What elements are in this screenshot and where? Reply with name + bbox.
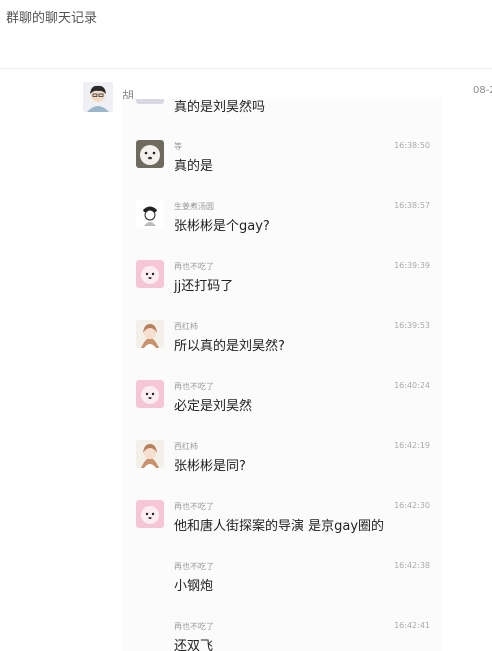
chat-message: 等 16:38:50 真的是 xyxy=(122,132,442,192)
chat-message: 再也不吃了 16:42:30 他和唐人街探案的导演 是京gay圈的 xyxy=(122,492,442,552)
avatar xyxy=(136,440,164,468)
chat-message: 生姜煮汤圆 16:38:57 张彬彬是个gay? xyxy=(122,192,442,252)
chat-message: 再也不吃了 16:42:38 小钢炮 xyxy=(122,552,442,612)
chat-record-post: 胡 08-2 真的是刘昊然吗 等 16:38:50 真的是 xyxy=(0,69,492,651)
message-text: 真的是刘昊然吗 xyxy=(174,100,266,115)
message-sender: 再也不吃了 xyxy=(174,382,214,391)
message-sender: 生姜煮汤圆 xyxy=(174,202,214,211)
message-text: 真的是 xyxy=(174,159,214,174)
page-header: 群聊的聊天记录 xyxy=(0,0,492,69)
message-sender: 再也不吃了 xyxy=(174,562,214,571)
message-text: 还双飞 xyxy=(174,639,214,651)
message-time: 16:42:41 xyxy=(394,621,430,630)
message-text: jj还打码了 xyxy=(174,279,234,294)
message-text: 小钢炮 xyxy=(174,579,214,594)
chat-screenshot[interactable]: 真的是刘昊然吗 等 16:38:50 真的是 生姜煮汤圆 16:38:57 张彬… xyxy=(122,99,442,651)
message-time: 16:42:30 xyxy=(394,501,430,510)
avatar xyxy=(136,500,164,528)
message-time: 16:39:39 xyxy=(394,261,430,270)
avatar xyxy=(136,320,164,348)
message-sender: 再也不吃了 xyxy=(174,622,214,631)
chat-message: 再也不吃了 16:39:39 jj还打码了 xyxy=(122,252,442,312)
message-sender: 再也不吃了 xyxy=(174,502,214,511)
avatar xyxy=(136,99,164,104)
avatar xyxy=(136,140,164,168)
message-time: 16:40:24 xyxy=(394,381,430,390)
message-sender: 等 xyxy=(174,142,182,151)
message-sender: 西红柿 xyxy=(174,322,198,331)
chat-message: 西红柿 16:39:53 所以真的是刘昊然? xyxy=(122,312,442,372)
message-time: 16:42:38 xyxy=(394,561,430,570)
avatar xyxy=(136,200,164,228)
message-text: 所以真的是刘昊然? xyxy=(174,339,285,354)
message-text: 张彬彬是个gay? xyxy=(174,219,270,234)
chat-message: 再也不吃了 16:40:24 必定是刘昊然 xyxy=(122,372,442,432)
message-time: 16:38:50 xyxy=(394,141,430,150)
message-sender: 西红柿 xyxy=(174,442,198,451)
message-text: 他和唐人街探案的导演 是京gay圈的 xyxy=(174,519,385,534)
avatar xyxy=(136,260,164,288)
post-date: 08-2 xyxy=(473,85,492,96)
avatar xyxy=(136,380,164,408)
message-time: 16:38:57 xyxy=(394,201,430,210)
message-text: 必定是刘昊然 xyxy=(174,399,253,414)
message-time: 16:39:53 xyxy=(394,321,430,330)
chat-message: 西红柿 16:42:19 张彬彬是同? xyxy=(122,432,442,492)
message-text: 张彬彬是同? xyxy=(174,459,246,474)
message-sender: 再也不吃了 xyxy=(174,262,214,271)
page-title: 群聊的聊天记录 xyxy=(6,11,98,26)
avatar[interactable] xyxy=(83,82,113,112)
chat-message: 再也不吃了 16:42:41 还双飞 xyxy=(122,612,442,651)
message-time: 16:42:19 xyxy=(394,441,430,450)
